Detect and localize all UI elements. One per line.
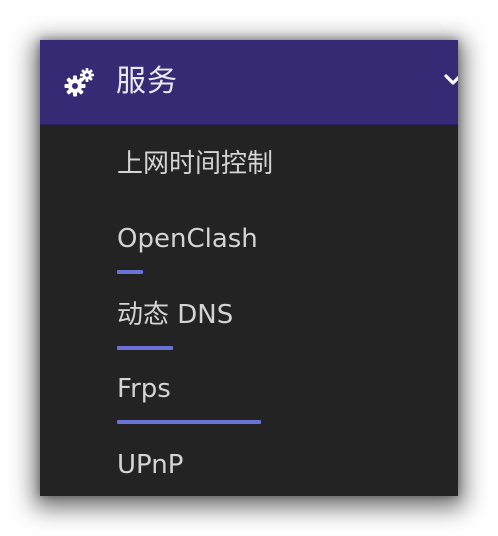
gears-icon [64, 68, 94, 97]
menu-item-label: OpenClash [117, 224, 258, 254]
menu-item-dynamic-dns[interactable]: 动态 DNS [117, 297, 417, 341]
dynamic-dns-underline [117, 346, 173, 350]
menu-item-label: Frps [117, 374, 171, 404]
openclash-underline [117, 270, 143, 274]
frps-underline [117, 420, 261, 424]
chevron-down-icon[interactable] [443, 70, 458, 90]
menu-item-openclash[interactable]: OpenClash [117, 221, 417, 265]
services-menu-header[interactable]: 服务 [40, 40, 458, 125]
menu-item-label: 动态 DNS [117, 300, 234, 330]
menu-item-label: UPnP [117, 450, 184, 480]
services-menu-title: 服务 [116, 64, 178, 99]
menu-item-upnp[interactable]: UPnP [117, 447, 417, 491]
menu-item-internet-time-control[interactable]: 上网时间控制 [117, 146, 417, 190]
menu-item-frps[interactable]: Frps [117, 371, 417, 415]
services-menu: 服务 上网时间控制 OpenClash 动态 DNS Frps UPnP [40, 40, 458, 496]
menu-item-label: 上网时间控制 [117, 149, 274, 179]
